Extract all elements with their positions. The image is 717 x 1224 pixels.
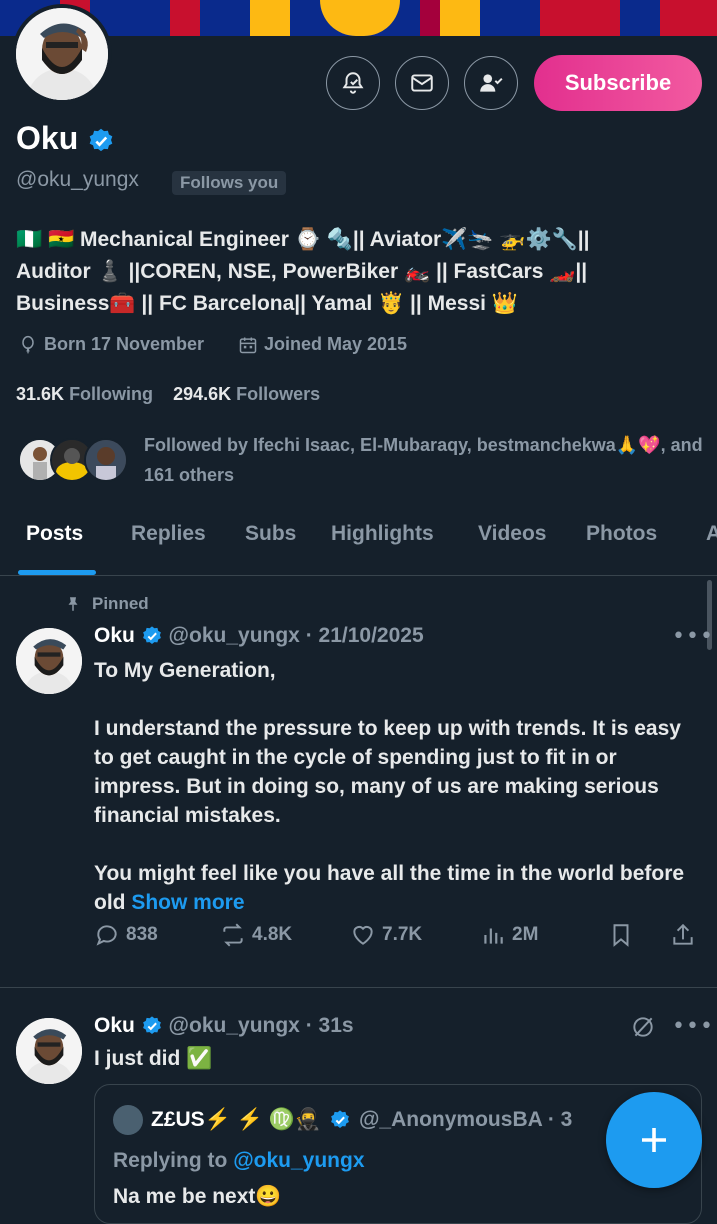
heart-icon [353,925,373,945]
quoted-author-avatar [113,1105,143,1135]
bookmark-icon [613,924,629,947]
follower-avatar-image [86,440,126,480]
following-label: Following [69,384,154,404]
tab-photos[interactable]: Photos [586,522,657,546]
active-tab-indicator [18,570,96,575]
verified-badge-icon [142,626,161,645]
bookmark-button[interactable] [608,922,634,948]
post-paragraph: I understand the pressure to keep up wit… [94,717,681,827]
tab-videos[interactable]: Videos [478,522,546,546]
tab-articles[interactable]: A [706,522,717,546]
post-author-avatar[interactable] [16,1018,82,1084]
like-count: 7.7K [382,924,423,945]
post-author-name[interactable]: Oku [94,1014,135,1037]
grok-icon[interactable] [630,1014,656,1040]
share-button[interactable] [670,922,696,948]
bio-line: Auditor ♟️ ||COREN, NSE, PowerBiker 🏍️ |… [16,260,588,283]
subscribe-button[interactable]: Subscribe [534,55,702,111]
post-handle-time[interactable]: @oku_yungx · 31s [169,1014,354,1037]
person-check-icon [480,74,503,92]
replying-to-label: Replying to [113,1149,228,1172]
reply-count: 838 [126,924,158,945]
calendar-icon [239,337,257,353]
bio-line: Business🧰 || FC Barcelona|| Yamal 🤴 || M… [16,292,518,315]
views-chart-icon [484,928,503,944]
profile-tabs: Posts Replies Subs Highlights Videos Pho… [0,510,717,576]
notifications-bell-button[interactable] [326,56,380,110]
follow-stats: 31.6K Following 294.6K Followers [16,384,320,405]
follows-you-badge: Follows you [172,171,287,195]
post-author-avatar[interactable] [16,628,82,694]
pin-icon [68,597,78,611]
quoted-author-handle: @_AnonymousBA · 3 [358,1108,573,1131]
profile-banner[interactable] [0,0,717,36]
bell-plus-icon [342,72,364,94]
tab-replies[interactable]: Replies [131,522,206,546]
like-button[interactable]: 7.7K [350,922,422,948]
avatar-illustration [16,628,82,694]
plus-icon [642,1128,666,1152]
repost-button[interactable]: 4.8K [220,922,292,948]
post-text: I just did ✅ [94,1047,213,1070]
avatar-illustration [16,8,108,100]
quoted-replying-to: Replying to @oku_yungx [113,1149,365,1173]
pinned-indicator: Pinned [64,594,149,614]
repost-icon [223,923,243,947]
verified-badge-icon[interactable] [87,127,115,155]
post-paragraph: You might feel like you have all the tim… [94,859,704,917]
follower-avatar[interactable] [84,438,128,482]
followers-label: Followers [236,384,321,404]
tab-highlights[interactable]: Highlights [331,522,434,546]
views-button[interactable]: 2M [480,922,538,948]
post-actions: 838 4.8K 7.7K 2M [94,922,704,962]
replying-to-handle[interactable]: @oku_yungx [233,1149,364,1172]
envelope-icon [411,74,433,92]
reply-icon [96,925,117,946]
following-count: 31.6K [16,384,65,404]
post-header: Oku @oku_yungx · 21/10/2025 [94,624,424,648]
post-header: Oku @oku_yungx · 31s [94,1014,354,1038]
following-button[interactable] [464,56,518,110]
tab-posts[interactable]: Posts [26,522,83,546]
profile-name-text: Oku [16,120,79,156]
more-options-icon[interactable]: ••• [672,1014,714,1039]
birthday-info: Born 17 November [18,334,204,355]
compose-button[interactable] [606,1092,702,1188]
post-divider [0,987,717,988]
avatar-illustration [16,1018,82,1084]
born-text: Born 17 November [44,334,205,354]
more-options-icon[interactable]: ••• [672,624,714,649]
profile-avatar[interactable] [12,4,112,104]
repost-count: 4.8K [252,924,293,945]
balloon-icon [22,335,34,353]
post-text: To My Generation, I understand the press… [94,656,704,917]
quoted-post-header: Z£US⚡ ⚡ ♍🥷 @_AnonymousBA · 3 [113,1105,572,1135]
verified-badge-icon [331,1110,349,1128]
post-paragraph: To My Generation, [94,659,276,682]
show-more-link[interactable]: Show more [131,891,244,914]
profile-name: Oku [16,120,115,157]
followers-count: 294.6K [173,384,232,404]
quoted-post-text: Na me be next😀 [113,1185,282,1208]
followers-link[interactable]: 294.6K Followers [173,384,320,404]
profile-bio: 🇳🇬 🇬🇭 Mechanical Engineer ⌚ 🔩|| Aviator✈… [16,224,706,320]
post-handle-date[interactable]: @oku_yungx · 21/10/2025 [169,624,424,647]
reply-button[interactable]: 838 [94,922,158,948]
pinned-label: Pinned [92,594,149,613]
share-icon [673,923,693,945]
views-count: 2M [512,924,539,945]
joined-info: Joined May 2015 [238,334,407,355]
profile-handle: @oku_yungx [16,168,139,191]
following-link[interactable]: 31.6K Following [16,384,153,404]
joined-text: Joined May 2015 [264,334,408,354]
verified-badge-icon [142,1016,161,1035]
followed-by-text[interactable]: Followed by Ifechi Isaac, El-Mubaraqy, b… [144,430,704,490]
post-author-name[interactable]: Oku [94,624,135,647]
quoted-author-name: Z£US⚡ ⚡ ♍🥷 [151,1108,321,1131]
tab-subs[interactable]: Subs [245,522,296,546]
message-button[interactable] [395,56,449,110]
bio-line: 🇳🇬 🇬🇭 Mechanical Engineer ⌚ 🔩|| Aviator✈… [16,228,590,251]
